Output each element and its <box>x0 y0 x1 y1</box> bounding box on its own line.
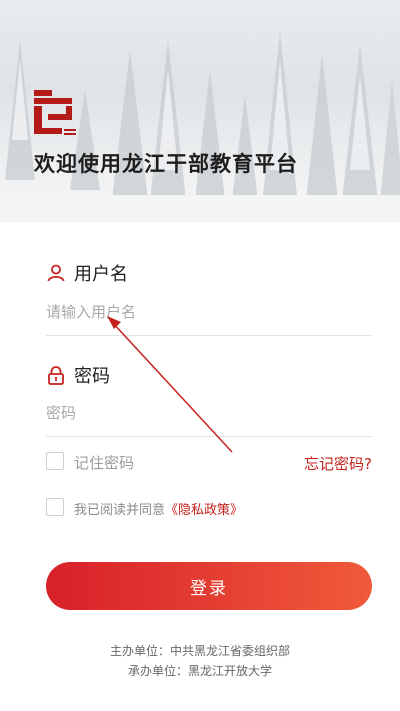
logo-icon <box>34 90 76 135</box>
user-icon <box>47 264 65 282</box>
username-label: 用户名 <box>46 260 128 286</box>
username-label-text: 用户名 <box>74 264 128 285</box>
remember-password-label[interactable]: 记住密码 <box>74 452 134 473</box>
lock-icon <box>48 366 64 385</box>
footer-organizer-unit: 承办单位：黑龙江开放大学 <box>127 664 272 678</box>
privacy-policy-link[interactable]: 《隐私政策》 <box>165 503 243 518</box>
agree-policy-checkbox[interactable] <box>46 498 64 516</box>
agree-prefix: 我已阅读并同意 <box>74 503 166 518</box>
password-underline <box>46 436 372 437</box>
password-label-text: 密码 <box>74 366 110 387</box>
welcome-title: 欢迎使用龙江干部教育平台 <box>34 152 298 176</box>
forgot-password-link[interactable]: 忘记密码? <box>304 453 372 474</box>
username-input[interactable] <box>46 297 372 327</box>
agree-policy-text: 我已阅读并同意《隐私政策》 <box>74 499 243 518</box>
username-underline <box>46 335 372 336</box>
password-input[interactable] <box>46 398 372 428</box>
footer-host-unit: 主办单位：中共黑龙江省委组织部 <box>109 644 290 658</box>
hero-banner: 欢迎使用龙江干部教育平台 <box>0 0 400 222</box>
password-label: 密码 <box>46 362 110 388</box>
remember-password-checkbox[interactable] <box>46 452 64 470</box>
login-button[interactable]: 登录 <box>46 562 372 610</box>
